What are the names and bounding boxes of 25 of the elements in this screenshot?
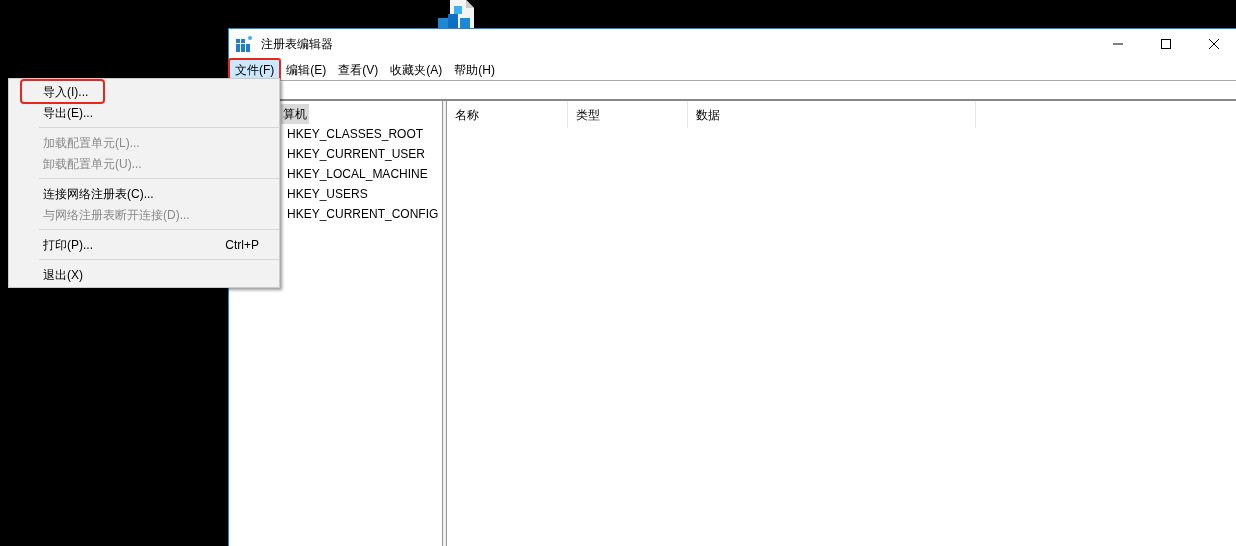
tree-item[interactable]: HKEY_CURRENT_USER: [285, 144, 428, 164]
menu-bar-item[interactable]: 帮助(H): [448, 59, 501, 80]
menu-item[interactable]: 导出(E)...: [22, 102, 279, 123]
menu-bar-item[interactable]: 收藏夹(A): [384, 59, 449, 80]
column-header[interactable]: 名称: [447, 101, 568, 128]
shortcut-label: Ctrl+P: [225, 236, 259, 254]
menu-bar-item[interactable]: 文件(F): [229, 59, 281, 80]
menu-bar-item[interactable]: 查看(V): [332, 59, 385, 80]
maximize-icon[interactable]: [1161, 39, 1171, 49]
window-title: 注册表编辑器: [261, 36, 333, 53]
menu-item[interactable]: 打印(P)... Ctrl+P: [22, 234, 279, 255]
tree-item[interactable]: HKEY_CURRENT_CONFIG: [285, 204, 441, 224]
column-header[interactable]: 类型: [568, 101, 688, 128]
menu-bar-item[interactable]: 编辑(E): [280, 59, 333, 80]
tree-item[interactable]: HKEY_LOCAL_MACHINE: [285, 164, 430, 184]
tree-item[interactable]: HKEY_CLASSES_ROOT: [285, 124, 426, 144]
menu-item[interactable]: 导入(I)...: [22, 81, 103, 102]
registry-file-icon[interactable]: [436, 0, 476, 28]
menu-item[interactable]: 退出(X): [22, 264, 279, 285]
close-icon[interactable]: [1209, 39, 1219, 49]
menu-item[interactable]: 连接网络注册表(C)...: [22, 183, 279, 204]
tree-item[interactable]: 算机: [281, 104, 309, 124]
column-header[interactable]: 数据: [688, 101, 976, 128]
registry-grid-icon: [236, 36, 253, 52]
tree-item[interactable]: HKEY_USERS: [285, 184, 370, 204]
